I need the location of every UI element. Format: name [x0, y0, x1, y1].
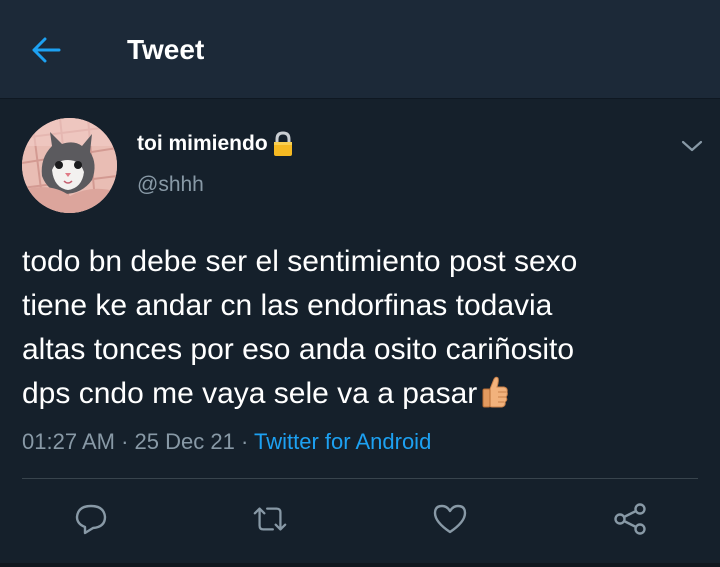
tweet-detail-screen: Tweet toi mimiendo @shhh todo bn debe se… [0, 0, 720, 567]
thumbs-up-icon [481, 375, 509, 409]
tweet-source-link[interactable]: Twitter for Android [254, 429, 431, 454]
back-button[interactable] [26, 30, 66, 70]
share-button[interactable] [612, 501, 648, 537]
tweet-line: dps cndo me vaya sele va a pasar [22, 377, 478, 410]
divider [22, 478, 698, 479]
retweet-icon [253, 507, 287, 531]
tweet-date: 25 Dec 21 [134, 429, 235, 454]
display-name-text: toi mimiendo [137, 132, 268, 155]
heart-icon [433, 504, 467, 534]
tweet-line: tiene ke andar cn las endorfinas todavia [22, 289, 553, 322]
tweet-body: todo bn debe ser el sentimiento post sex… [22, 240, 702, 416]
user-handle: @shhh [137, 173, 204, 196]
reply-button[interactable] [73, 501, 109, 537]
display-name[interactable]: toi mimiendo [137, 131, 295, 157]
avatar[interactable] [22, 118, 117, 213]
bottom-edge [0, 563, 720, 567]
like-button[interactable] [432, 501, 468, 537]
chevron-down-icon [681, 140, 703, 152]
tweet-line: altas tonces por eso anda osito cariñosi… [22, 333, 574, 366]
tweet-time: 01:27 AM [22, 429, 115, 454]
avatar-cat-image [22, 118, 117, 213]
top-app-bar: Tweet [0, 0, 720, 99]
lock-icon [271, 131, 295, 157]
retweet-button[interactable] [252, 501, 288, 537]
reply-icon [75, 504, 107, 535]
meta-separator: · [121, 429, 129, 454]
arrow-left-icon [32, 37, 61, 63]
tweet-last-line: dps cndo me vaya sele va a pasar [22, 372, 702, 416]
tweet-metadata: 01:27 AM · 25 Dec 21 · Twitter for Andro… [22, 428, 431, 456]
tweet-options-button[interactable] [676, 132, 708, 160]
tweet-line: todo bn debe ser el sentimiento post sex… [22, 245, 578, 278]
share-icon [614, 503, 646, 535]
page-title: Tweet [127, 34, 205, 65]
meta-separator: · [240, 429, 249, 454]
